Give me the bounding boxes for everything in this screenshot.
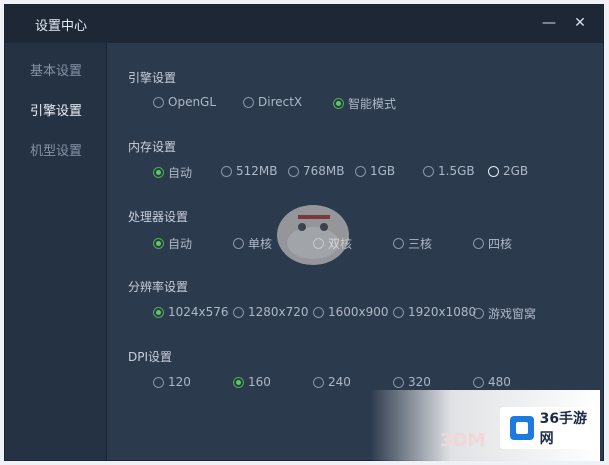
sidebar-item-engine[interactable]: 引擎设置: [5, 100, 107, 119]
radio-dot: [233, 238, 244, 249]
radio-memory-1gb[interactable]: 1GB: [355, 164, 395, 178]
radio-dot: [355, 165, 366, 177]
minimize-icon[interactable]: —: [540, 14, 558, 32]
radio-dot: [473, 238, 484, 249]
site-logo-text: 36手游网: [539, 411, 588, 447]
radio-dot: [393, 238, 404, 249]
sidebar: 基本设置 引擎设置 机型设置: [5, 43, 107, 460]
radio-dot-selected: [153, 306, 164, 318]
title-bar: 设置中心 — ✕: [5, 5, 603, 43]
mascot-watermark-icon: [277, 205, 349, 265]
radio-res-1024x576[interactable]: 1024x576: [153, 305, 229, 319]
radio-dot: [221, 165, 232, 177]
radio-opengl[interactable]: OpenGL: [153, 95, 216, 109]
radio-res-game-window[interactable]: 游戏窗窝: [473, 305, 536, 322]
watermark-3dm-text: 3DM: [440, 430, 486, 451]
radio-dot: [393, 306, 404, 318]
radio-dot: [313, 306, 324, 318]
radio-dpi-240[interactable]: 240: [313, 375, 351, 389]
radio-dot-selected: [333, 98, 344, 109]
radio-cpu-quad[interactable]: 四核: [473, 235, 512, 252]
radio-dot: [488, 165, 499, 177]
radio-cpu-auto[interactable]: 自动: [153, 235, 192, 252]
radio-dot: [288, 165, 299, 177]
engine-section-title: 引擎设置: [128, 71, 177, 85]
radio-memory-768mb[interactable]: 768MB: [288, 164, 345, 178]
window-title: 设置中心: [35, 19, 88, 34]
radio-dpi-320[interactable]: 320: [393, 375, 431, 389]
radio-res-1600x900[interactable]: 1600x900: [313, 305, 389, 319]
radio-memory-1-5gb[interactable]: 1.5GB: [423, 164, 475, 178]
radio-dot: [473, 376, 484, 388]
radio-dot: [473, 308, 484, 319]
radio-dpi-160[interactable]: 160: [233, 375, 271, 389]
radio-dot-selected: [153, 238, 164, 249]
radio-res-1920x1080[interactable]: 1920x1080: [393, 305, 476, 319]
cpu-section-title: 处理器设置: [128, 210, 189, 224]
radio-memory-512mb[interactable]: 512MB: [221, 164, 278, 178]
site-logo-icon: [510, 416, 534, 440]
resolution-section-title: 分辨率设置: [128, 280, 189, 294]
radio-dpi-480[interactable]: 480: [473, 375, 511, 389]
radio-dot: [313, 376, 324, 388]
radio-cpu-triple[interactable]: 三核: [393, 235, 432, 252]
radio-dot: [153, 376, 164, 388]
radio-dot: [243, 96, 254, 108]
dpi-section-title: DPI设置: [128, 350, 173, 364]
radio-memory-2gb[interactable]: 2GB: [488, 164, 528, 178]
radio-dot: [423, 165, 434, 177]
radio-cpu-single[interactable]: 单核: [233, 235, 272, 252]
radio-directx[interactable]: DirectX: [243, 95, 302, 109]
radio-dot-selected: [233, 376, 244, 388]
close-icon[interactable]: ✕: [571, 14, 589, 32]
radio-dot: [153, 96, 164, 108]
memory-section-title: 内存设置: [128, 140, 177, 154]
site-watermark-logo: 36手游网: [500, 407, 600, 449]
radio-res-1280x720[interactable]: 1280x720: [233, 305, 309, 319]
radio-dot: [233, 306, 244, 318]
sidebar-item-model[interactable]: 机型设置: [5, 140, 107, 159]
radio-dpi-120[interactable]: 120: [153, 375, 191, 389]
radio-smart-mode[interactable]: 智能模式: [333, 95, 396, 112]
sidebar-item-basic[interactable]: 基本设置: [5, 60, 107, 79]
radio-dot-selected: [153, 167, 164, 178]
radio-dot: [393, 376, 404, 388]
radio-memory-auto[interactable]: 自动: [153, 164, 192, 181]
